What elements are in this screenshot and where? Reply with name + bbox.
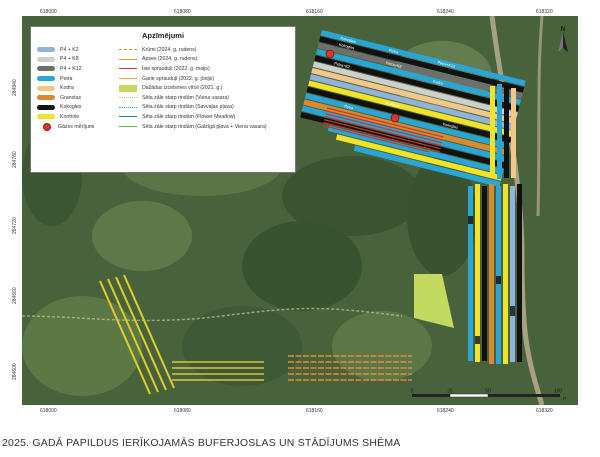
gas-point xyxy=(325,49,335,59)
y-tick: 284660 xyxy=(12,287,18,304)
legend-item: Sēta zāle starp rindām (Flower Meadow) xyxy=(119,112,267,122)
legend-item: Dažādas izcelsmes vītoli (2021. g.) xyxy=(119,83,267,93)
legend-line-swatch xyxy=(119,68,137,70)
x-tick: 618000 xyxy=(40,9,57,15)
legend-item: P4 + K8 xyxy=(37,55,94,65)
legend-swatch xyxy=(37,76,55,82)
legend-label: P4 + K8 xyxy=(60,56,79,63)
legend-item: Granstas xyxy=(37,93,94,103)
legend-item: Petra xyxy=(37,74,94,84)
legend-item: Sēta zāle starp rindām (Galzīgā pļava + … xyxy=(119,122,267,132)
legend-swatch xyxy=(119,84,137,92)
figure-caption: 2025. GADĀ PAPILDUS IERĪKOJAMĀS BUFERJOS… xyxy=(2,437,401,449)
legend-line-swatch xyxy=(119,58,137,60)
legend-label: Granstas xyxy=(60,94,82,101)
y-tick: 284780 xyxy=(12,151,18,168)
scale-label: 25 xyxy=(447,389,453,395)
legend-label: Petra xyxy=(60,75,73,82)
legend-line-swatch xyxy=(119,116,137,118)
scale-label: 0 xyxy=(411,389,414,395)
legend-item: Gāzes mērījumi xyxy=(37,122,94,132)
legend-swatch xyxy=(37,56,55,62)
legend-label: Sēta zāle starp rindām (Savvaļas pļava) xyxy=(142,104,234,111)
legend-swatch xyxy=(37,47,55,53)
legend-item: Sēta zāle starp rindām (Viena vasara) xyxy=(119,93,267,103)
legend-label: Garie sprauduļi (2022. g. jūnijs) xyxy=(142,75,215,82)
scale-bar: 0 25 50 100 m xyxy=(408,388,568,403)
legend-right-column: Krūmi (2024. g. rudens) Apses (2024. g. r… xyxy=(119,45,267,131)
legend-line-swatch xyxy=(119,78,137,80)
legend-line-swatch xyxy=(119,126,137,128)
legend-swatch xyxy=(37,85,55,91)
scale-label: 50 xyxy=(485,389,491,395)
legend-swatch xyxy=(37,114,55,120)
legend-label: P4 + K2 xyxy=(60,46,79,53)
scale-label: 100 xyxy=(554,389,563,395)
legend-item: P4 + K2 xyxy=(37,45,94,55)
y-tick: 284600 xyxy=(12,363,18,380)
legend-item: Īsie sprauduļi (2022. g. maijs) xyxy=(119,64,267,74)
scale-unit: m xyxy=(563,396,566,402)
y-tick: 284840 xyxy=(12,79,18,96)
legend-item: Kodra xyxy=(37,83,94,93)
legend-line-swatch xyxy=(119,49,137,51)
north-arrow-icon: N xyxy=(558,26,568,52)
legend-item: Kontrole xyxy=(37,112,94,122)
legend-item: Garie sprauduļi (2022. g. jūnijs) xyxy=(119,74,267,84)
legend-item: Sēta zāle starp rindām (Savvaļas pļava) xyxy=(119,103,267,113)
x-tick-bottom: 618000 xyxy=(40,408,57,414)
x-tick-bottom: 618160 xyxy=(306,408,323,414)
legend-item: Apses (2024. g. rudens) xyxy=(119,55,267,65)
gas-point-icon xyxy=(43,122,51,131)
legend-line-swatch xyxy=(119,106,137,108)
legend-item: Krūmi (2024. g. rudens) xyxy=(119,45,267,55)
legend-swatch xyxy=(37,66,55,72)
legend-label: P4 + K12 xyxy=(60,65,82,72)
x-tick-bottom: 618320 xyxy=(536,408,553,414)
north-label: N xyxy=(560,26,565,33)
legend-label: Krūmi (2024. g. rudens) xyxy=(142,46,197,53)
map-legend: Apzīmējumi P4 + K2 P4 + K8 P4 + K12 Petra Ko… xyxy=(30,26,296,173)
legend-label: Sēta zāle starp rindām (Flower Meadow) xyxy=(142,113,236,120)
legend-title: Apzīmējumi xyxy=(141,31,185,40)
legend-label: Dažādas izcelsmes vītoli (2021. g.) xyxy=(142,85,223,92)
legend-item: P4 + K12 xyxy=(37,64,94,74)
x-tick: 618160 xyxy=(306,9,323,15)
x-tick: 618320 xyxy=(536,9,553,15)
x-tick-bottom: 618080 xyxy=(174,408,191,414)
legend-item: Kokogles xyxy=(37,103,94,113)
legend-label: Sēta zāle starp rindām (Galzīgā pļava + … xyxy=(142,123,267,130)
legend-swatch xyxy=(37,104,55,110)
legend-label: Gāzes mērījumi xyxy=(58,123,95,130)
x-tick-bottom: 618240 xyxy=(437,408,454,414)
legend-label: Apses (2024. g. rudens) xyxy=(142,56,198,63)
gas-point xyxy=(390,113,400,123)
legend-line-swatch xyxy=(119,97,137,99)
map-figure: Kokogles Petra Petra+K12 Kokogles Petra+K8 Ko… xyxy=(0,0,600,430)
legend-label: Kodra xyxy=(60,85,74,92)
legend-label: Kontrole xyxy=(60,113,80,120)
x-tick: 618240 xyxy=(437,9,454,15)
x-tick: 618080 xyxy=(174,9,191,15)
y-tick: 284720 xyxy=(12,217,18,234)
legend-label: Sēta zāle starp rindām (Viena vasara) xyxy=(142,94,229,101)
legend-swatch xyxy=(37,95,55,101)
legend-left-column: P4 + K2 P4 + K8 P4 + K12 Petra Kodra Granstas… xyxy=(37,45,94,131)
legend-label: Īsie sprauduļi (2022. g. maijs) xyxy=(142,65,210,72)
legend-label: Kokogles xyxy=(60,104,82,111)
